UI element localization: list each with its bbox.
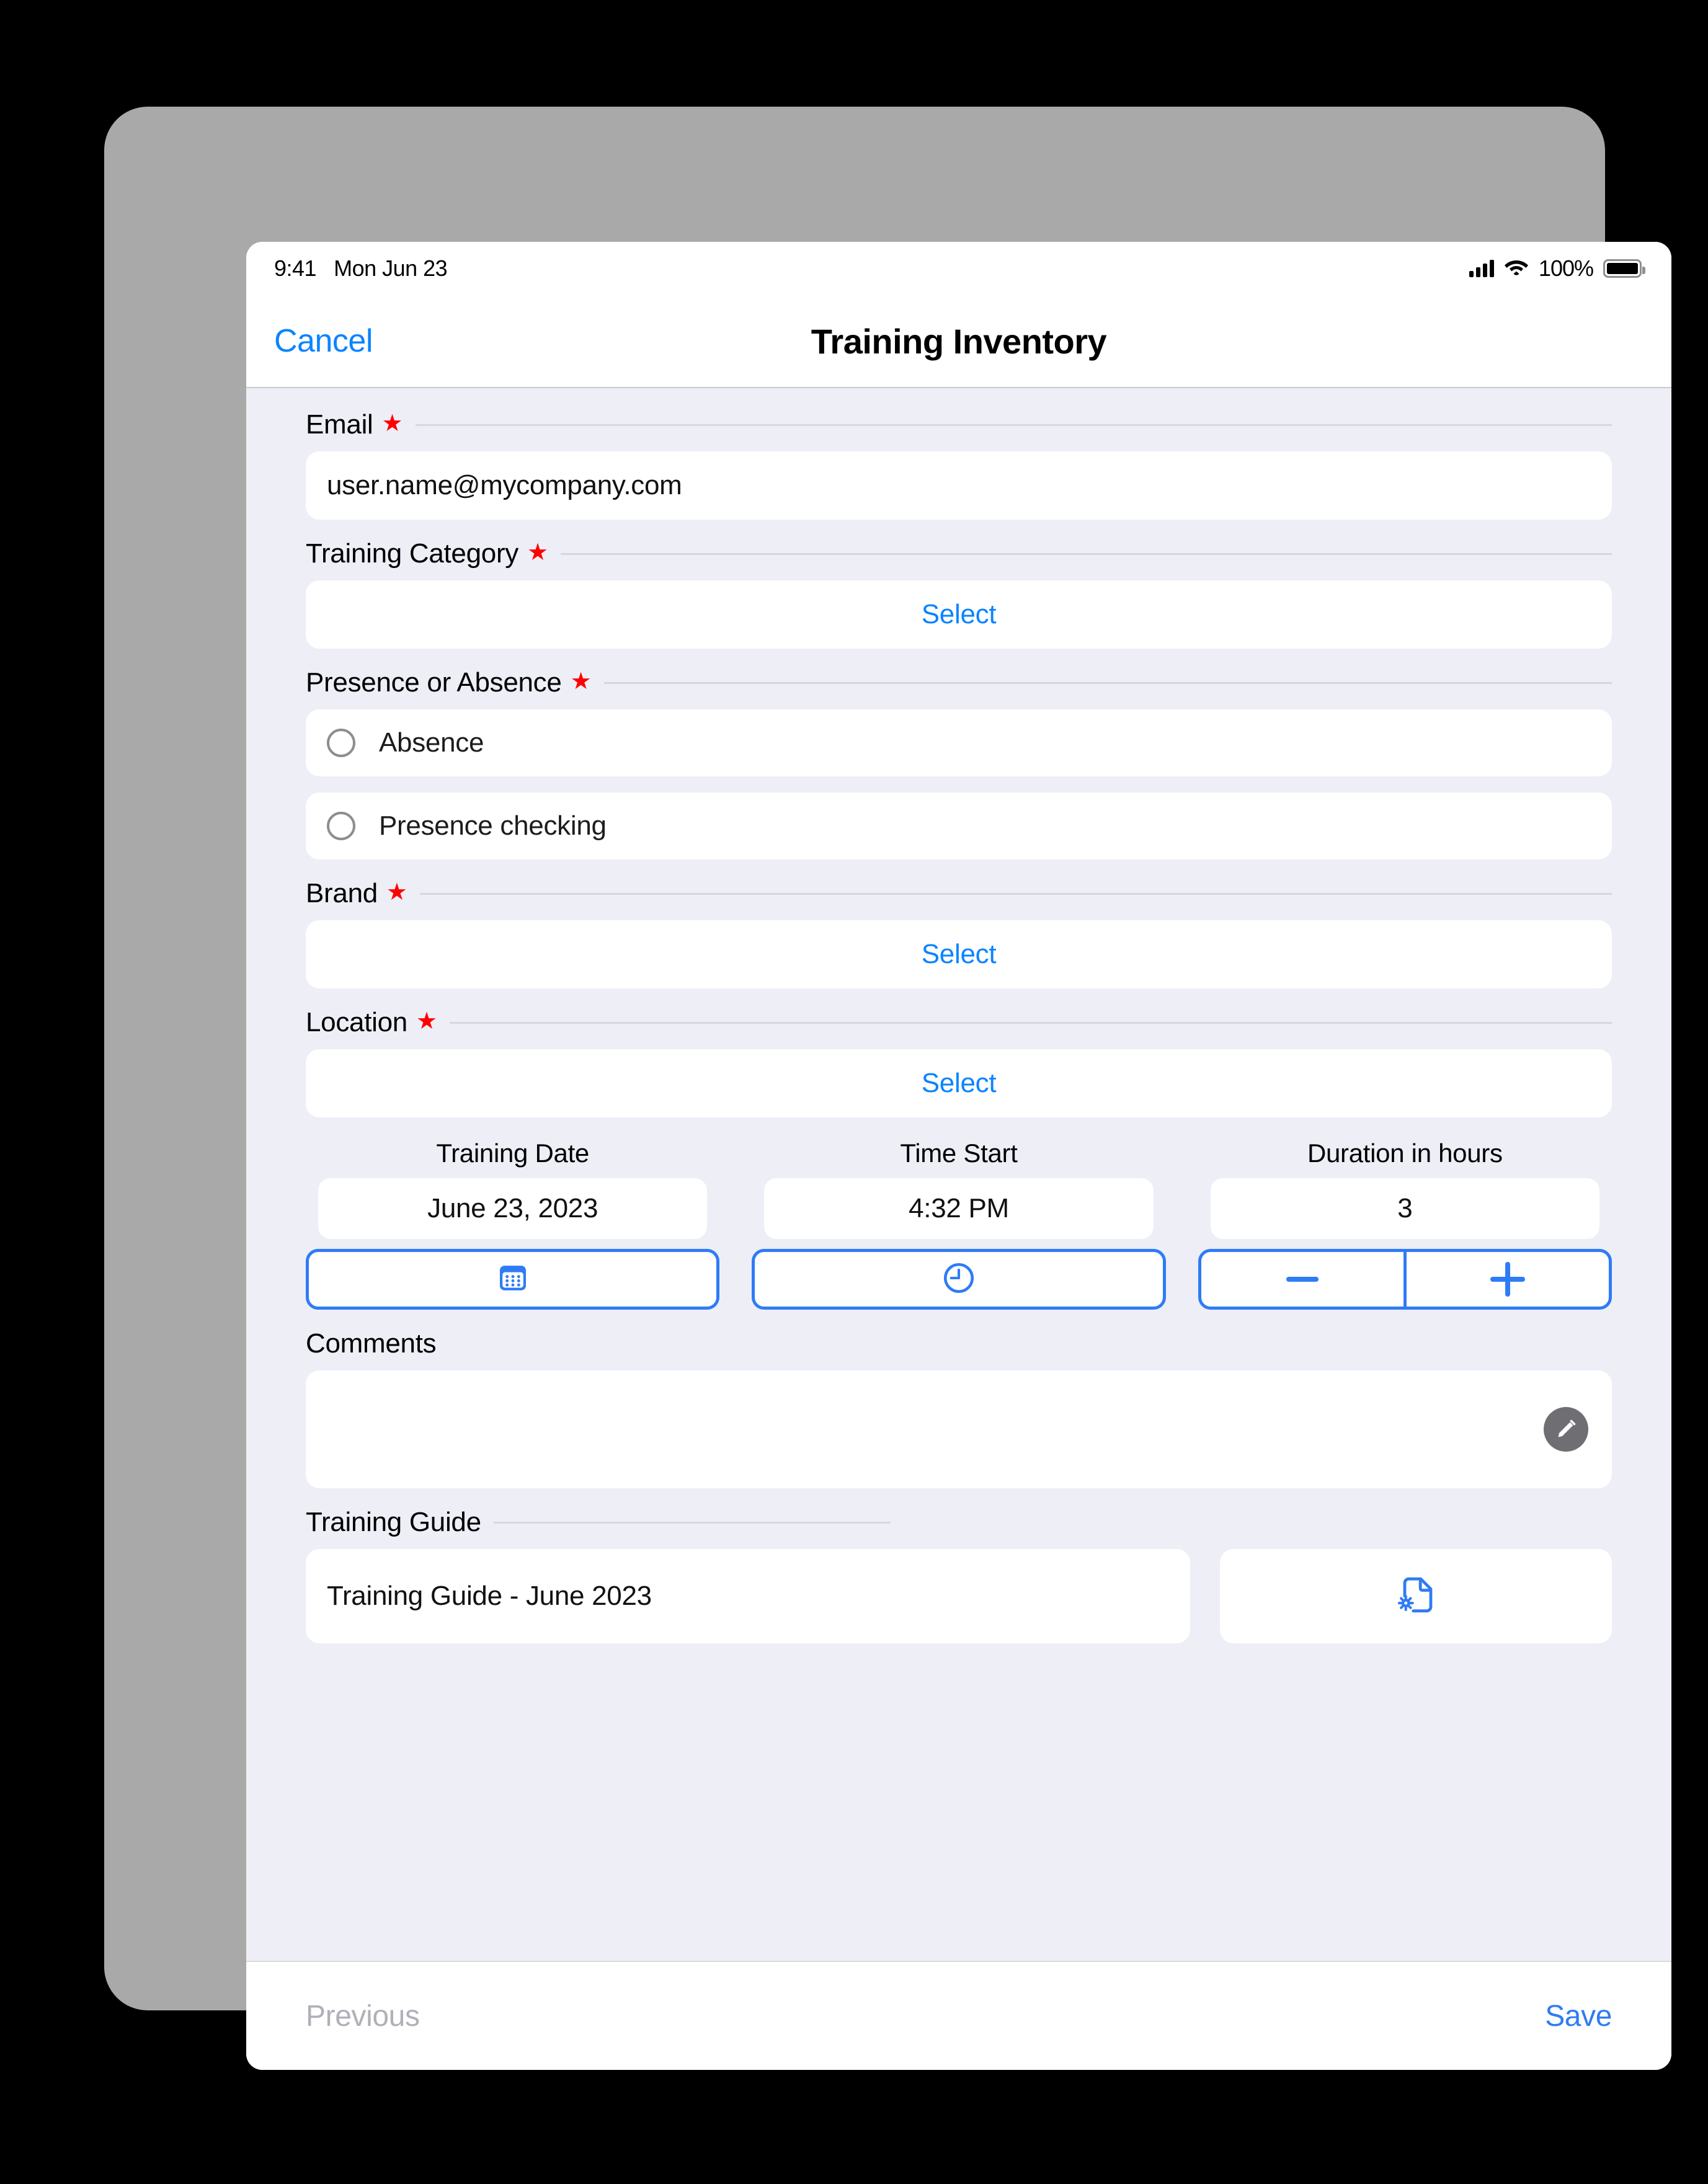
status-bar-right: 100% — [1469, 255, 1645, 282]
required-star-icon: ★ — [381, 411, 403, 437]
email-label: Email — [306, 409, 373, 440]
training-date-picker-button[interactable] — [306, 1249, 720, 1310]
label-divider — [420, 892, 1612, 895]
cancel-button[interactable]: Cancel — [274, 322, 373, 360]
brand-label: Brand — [306, 878, 378, 908]
duration-decrement-button[interactable] — [1201, 1252, 1403, 1307]
duration-increment-button[interactable] — [1403, 1252, 1609, 1307]
signal-bars-icon — [1469, 260, 1494, 277]
calendar-icon — [496, 1261, 530, 1298]
time-start-column: Time Start 4:32 PM — [752, 1139, 1166, 1310]
required-star-icon: ★ — [416, 1008, 438, 1034]
status-date: Mon Jun 23 — [334, 255, 448, 281]
label-divider — [603, 681, 1612, 684]
time-start-picker-button[interactable] — [752, 1249, 1166, 1310]
wifi-icon — [1504, 255, 1529, 282]
radio-circle-icon — [327, 729, 355, 757]
label-divider — [493, 1521, 891, 1524]
training-guide-label-row: Training Guide — [306, 1507, 1612, 1538]
label-divider — [561, 553, 1612, 555]
email-field[interactable]: user.name@mycompany.com — [306, 451, 1612, 520]
battery-full-icon — [1603, 259, 1645, 278]
training-guide-document-button[interactable] — [1220, 1549, 1612, 1643]
status-time: 9:41 — [274, 255, 317, 281]
brand-value: Select — [921, 939, 997, 969]
brand-select[interactable]: Select — [306, 920, 1612, 988]
duration-value: 3 — [1210, 1178, 1599, 1239]
radio-label: Presence checking — [379, 810, 607, 841]
training-date-label: Training Date — [436, 1139, 589, 1168]
device-screen: 9:41 Mon Jun 23 100% Cancel Training Inv… — [246, 242, 1671, 2070]
email-value: user.name@mycompany.com — [327, 470, 682, 500]
required-star-icon: ★ — [386, 879, 407, 905]
training-date-value: June 23, 2023 — [318, 1178, 708, 1239]
radio-label: Absence — [379, 727, 484, 758]
required-star-icon: ★ — [570, 668, 592, 695]
location-label: Location — [306, 1007, 407, 1037]
presence-or-absence-label-row: Presence or Absence ★ — [306, 667, 1612, 698]
duration-stepper — [1198, 1249, 1612, 1310]
time-start-label: Time Start — [900, 1139, 1018, 1168]
label-divider — [450, 1021, 1612, 1024]
footer-bar: Previous Save — [246, 1961, 1671, 2070]
status-bar-left: 9:41 Mon Jun 23 — [274, 255, 448, 282]
brand-label-row: Brand ★ — [306, 878, 1612, 909]
training-guide-label: Training Guide — [306, 1507, 481, 1537]
training-category-label: Training Category — [306, 538, 518, 569]
document-settings-icon — [1394, 1573, 1438, 1620]
training-guide-row: Training Guide - June 2023 — [306, 1549, 1612, 1643]
page-title: Training Inventory — [811, 321, 1107, 361]
training-guide-file-name: Training Guide - June 2023 — [327, 1581, 652, 1611]
clock-icon — [941, 1260, 977, 1299]
form-body: Email ★ user.name@mycompany.com Training… — [246, 388, 1671, 1961]
training-date-column: Training Date June 23, 2023 — [306, 1139, 720, 1310]
previous-button[interactable]: Previous — [306, 1999, 420, 2033]
comments-label: Comments — [306, 1328, 437, 1359]
device-frame: 9:41 Mon Jun 23 100% Cancel Training Inv… — [104, 107, 1671, 2070]
duration-label: Duration in hours — [1307, 1139, 1503, 1168]
battery-percent-label: 100% — [1538, 255, 1594, 281]
pencil-icon[interactable] — [1544, 1407, 1588, 1452]
radio-circle-icon — [327, 812, 355, 840]
email-label-row: Email ★ — [306, 409, 1612, 440]
minus-icon — [1286, 1277, 1319, 1282]
plus-icon — [1490, 1262, 1525, 1297]
radio-option-presence-checking[interactable]: Presence checking — [306, 792, 1612, 859]
location-select[interactable]: Select — [306, 1049, 1612, 1117]
training-category-label-row: Training Category ★ — [306, 538, 1612, 569]
radio-option-absence[interactable]: Absence — [306, 709, 1612, 776]
comments-field[interactable] — [306, 1370, 1612, 1488]
date-time-duration-row: Training Date June 23, 2023 Time Start 4… — [306, 1139, 1612, 1310]
training-guide-file-field[interactable]: Training Guide - June 2023 — [306, 1549, 1190, 1643]
required-star-icon: ★ — [527, 539, 549, 566]
duration-column: Duration in hours 3 — [1198, 1139, 1612, 1310]
presence-or-absence-label: Presence or Absence — [306, 667, 562, 698]
label-divider — [415, 424, 1612, 426]
location-label-row: Location ★ — [306, 1007, 1612, 1038]
nav-bar: Cancel Training Inventory — [246, 295, 1671, 388]
time-start-value: 4:32 PM — [764, 1178, 1154, 1239]
status-bar: 9:41 Mon Jun 23 100% — [246, 242, 1671, 295]
save-button[interactable]: Save — [1545, 1999, 1612, 2033]
training-category-value: Select — [921, 599, 997, 629]
training-category-select[interactable]: Select — [306, 580, 1612, 649]
location-value: Select — [921, 1068, 997, 1098]
comments-label-row: Comments — [306, 1328, 1612, 1359]
